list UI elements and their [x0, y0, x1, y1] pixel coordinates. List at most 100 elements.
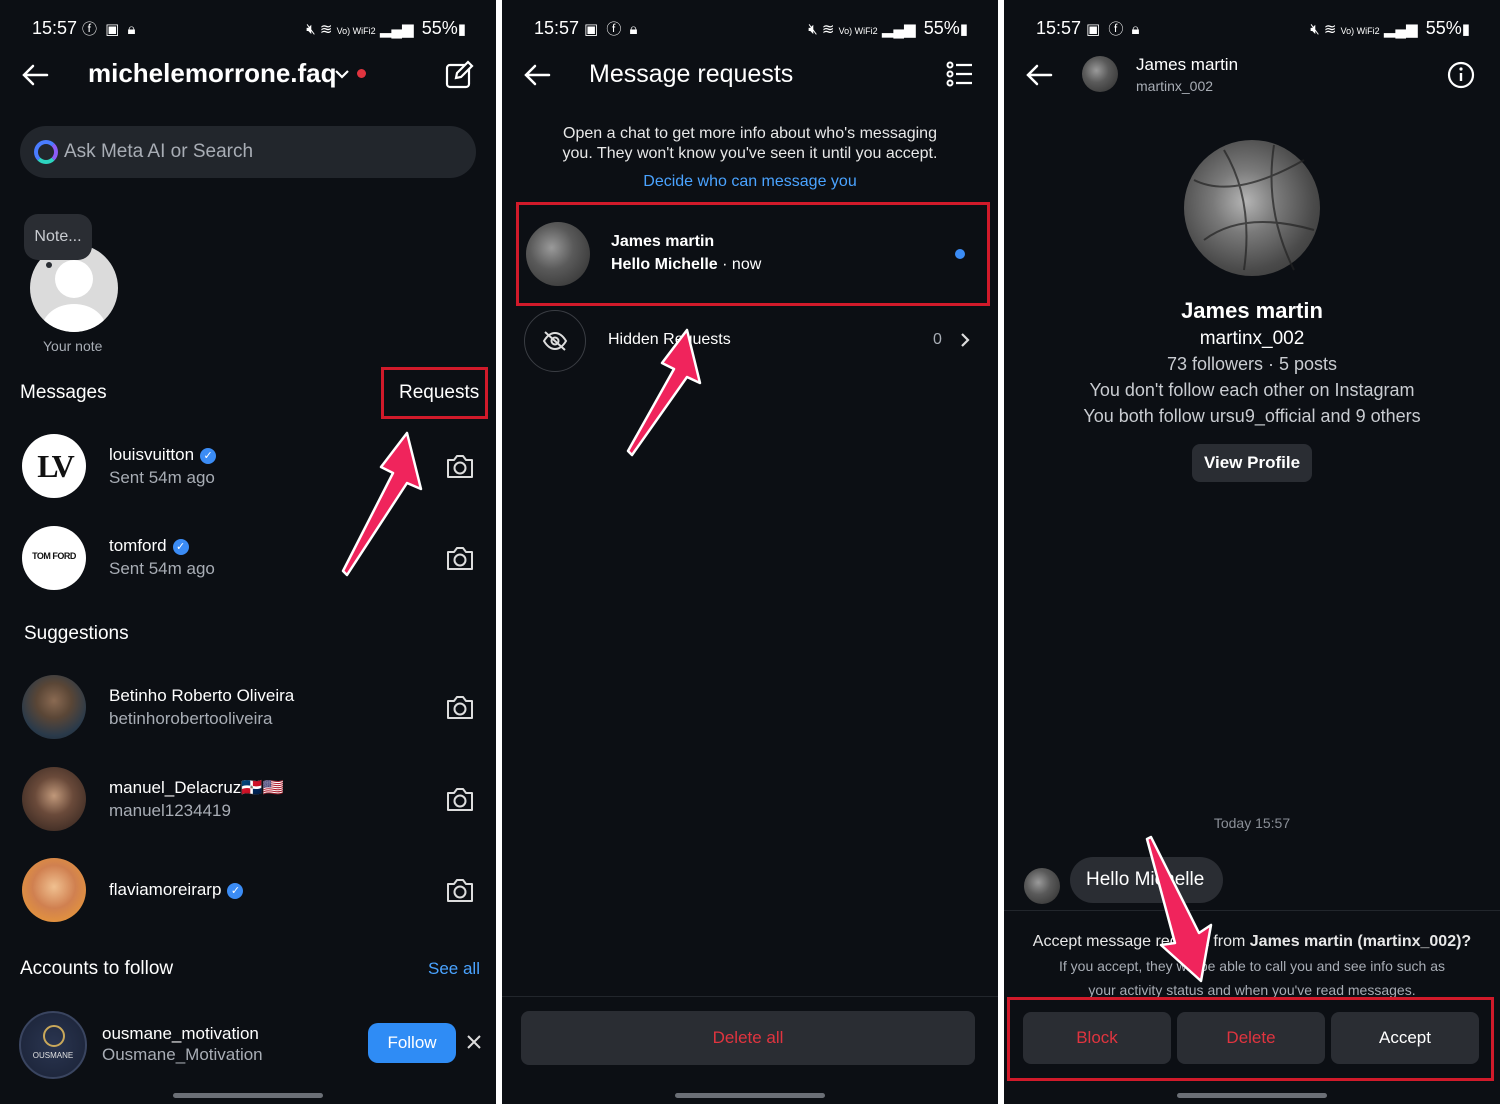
hidden-requests-icon-wrap	[524, 310, 586, 372]
search-input[interactable]: Ask Meta AI or Search	[20, 126, 476, 178]
message-name-text: tomford	[109, 536, 167, 555]
status-bar: 15:57 ⓕ ▣ 🔒︎ 🔇︎ ≋ Vo) WiFi2 ▂▄▆ 55%▮	[0, 14, 496, 42]
highlight-box-actions	[1007, 997, 1494, 1081]
message-sub: Sent 54m ago	[109, 468, 215, 487]
view-profile-button[interactable]: View Profile	[1192, 444, 1312, 482]
status-bar: 15:57 ▣ ⓕ 🔒︎ 🔇︎ ≋ Vo) WiFi2 ▂▄▆ 55%▮	[1004, 14, 1500, 42]
decide-link[interactable]: Decide who can message you	[502, 173, 998, 191]
battery-level: 55%	[421, 18, 458, 38]
message-bubble[interactable]: Hello Michelle	[1070, 857, 1223, 903]
accept-info-2: your activity status and when you've rea…	[1088, 982, 1416, 998]
status-time: 15:57	[534, 18, 580, 38]
page-title: Message requests	[589, 60, 794, 88]
note-bubble[interactable]: Note...	[24, 214, 92, 260]
header-name[interactable]: James martin	[1136, 55, 1238, 75]
status-time: 15:57	[32, 18, 78, 38]
avatar-tomford[interactable]: TOM FORD	[22, 526, 86, 590]
profile-username: martinx_002	[1199, 328, 1305, 349]
ousmane-logo-text: OUSMANE	[32, 1051, 74, 1060]
request-chat-panel: 15:57 ▣ ⓕ 🔒︎ 🔇︎ ≋ Vo) WiFi2 ▂▄▆ 55%▮ Jam…	[1004, 0, 1500, 1104]
follow-button[interactable]: Follow	[368, 1023, 456, 1063]
header-username: martinx_002	[1136, 78, 1214, 94]
tomford-logo-text: TOM FORD	[32, 551, 76, 561]
profile-name: James martin	[1181, 298, 1323, 323]
back-arrow-icon[interactable]	[20, 60, 50, 90]
note-tail	[46, 262, 52, 268]
avatar-suggestion[interactable]	[22, 675, 86, 739]
see-all-link[interactable]: See all	[428, 959, 480, 979]
close-icon[interactable]	[466, 1034, 482, 1050]
battery-level: 55%	[1425, 18, 1462, 38]
compose-icon[interactable]	[444, 60, 474, 90]
hidden-requests-label[interactable]: Hidden Requests	[608, 331, 731, 349]
follow-name: ousmane_motivation	[102, 1024, 259, 1043]
hidden-count: 0	[933, 331, 942, 348]
suggestion-name: Betinho Roberto Oliveira	[109, 686, 295, 705]
suggestions-heading: Suggestions	[24, 623, 129, 644]
chevron-down-icon[interactable]	[334, 68, 350, 80]
home-indicator	[173, 1093, 323, 1098]
info-icon[interactable]	[1446, 60, 1476, 90]
chevron-right-icon[interactable]	[959, 332, 971, 348]
accept-prefix: Accept message request from	[1032, 933, 1250, 950]
home-indicator	[1177, 1093, 1327, 1098]
delete-all-button[interactable]: Delete all	[521, 1011, 975, 1065]
carrier-tag: Vo) WiFi2	[838, 26, 878, 36]
carrier-tag: Vo) WiFi2	[1340, 26, 1380, 36]
lv-logo-text: LV	[37, 448, 75, 484]
status-bar: 15:57 ▣ ⓕ 🔒︎ 🔇︎ ≋ Vo) WiFi2 ▂▄▆ 55%▮	[502, 14, 998, 42]
camera-icon[interactable]	[445, 545, 475, 571]
suggestion-sub: betinhorobertooliveira	[109, 709, 273, 728]
avatar-louisvuitton[interactable]: LV	[22, 434, 86, 498]
accept-who: James martin (martinx_002)?	[1249, 933, 1472, 950]
header-avatar[interactable]	[1082, 56, 1118, 92]
accept-question: Accept message request from James martin…	[1004, 933, 1500, 951]
carrier-tag: Vo) WiFi2	[336, 26, 376, 36]
profile-stats: 73 followers · 5 posts	[1166, 354, 1338, 374]
message-name-text: louisvuitton	[109, 445, 195, 464]
annotation-arrow	[341, 431, 423, 577]
back-arrow-icon[interactable]	[1024, 60, 1054, 90]
camera-icon[interactable]	[445, 786, 475, 812]
suggestion-name: manuel_Delacruz🇩🇴🇺🇸	[109, 778, 284, 797]
message-sub: Sent 54m ago	[109, 559, 215, 578]
verified-icon: ✓	[200, 448, 217, 464]
accept-info-1: If you accept, they will be able to call…	[1058, 958, 1445, 974]
camera-icon[interactable]	[445, 453, 475, 479]
camera-icon[interactable]	[445, 877, 475, 903]
profile-photo[interactable]	[1184, 140, 1320, 276]
eye-off-icon	[542, 331, 568, 351]
avatar-suggestion[interactable]	[22, 767, 86, 831]
back-arrow-icon[interactable]	[522, 60, 552, 90]
system-icons: 🔇︎ ≋ Vo) WiFi2 ▂▄▆ 55%▮	[306, 18, 466, 38]
meta-ai-icon	[34, 140, 58, 164]
divider	[1004, 910, 1500, 911]
battery-level: 55%	[923, 18, 960, 38]
home-indicator	[675, 1093, 825, 1098]
notification-icons: ▣ ⓕ 🔒︎	[584, 21, 640, 38]
mutual-info: You both follow ursu9_official and 9 oth…	[1083, 406, 1421, 426]
follow-sub: Ousmane_Motivation	[102, 1045, 263, 1064]
message-requests-panel: 15:57 ▣ ⓕ 🔒︎ 🔇︎ ≋ Vo) WiFi2 ▂▄▆ 55%▮ Mes…	[502, 0, 998, 1104]
camera-icon[interactable]	[445, 694, 475, 720]
suggestion-name-text: flaviamoreirarp	[109, 880, 222, 899]
suggestion-name: flaviamoreirarp ✓	[109, 880, 244, 900]
sender-avatar[interactable]	[1024, 868, 1060, 904]
note-label: Your note	[43, 338, 103, 354]
unread-dot	[357, 69, 366, 78]
accounts-heading: Accounts to follow	[20, 958, 174, 979]
ousmane-logo-icon	[43, 1025, 65, 1047]
profile-photo-texture	[1193, 144, 1315, 271]
account-title[interactable]: michelemorrone.faq	[88, 58, 337, 89]
highlight-box-request	[516, 202, 990, 306]
avatar-ousmane[interactable]: OUSMANE	[19, 1011, 87, 1079]
verified-icon: ✓	[172, 539, 189, 555]
notification-icons: ⓕ ▣ 🔒︎	[82, 21, 138, 38]
info-line-2: you. They won't know you've seen it unti…	[562, 145, 938, 162]
list-options-icon[interactable]	[946, 60, 974, 88]
verified-icon: ✓	[227, 883, 244, 899]
system-icons: 🔇︎ ≋ Vo) WiFi2 ▂▄▆ 55%▮	[808, 18, 968, 38]
avatar-suggestion[interactable]	[22, 858, 86, 922]
info-line-1: Open a chat to get more info about who's…	[563, 125, 937, 142]
suggestion-sub: manuel1234419	[109, 801, 231, 820]
